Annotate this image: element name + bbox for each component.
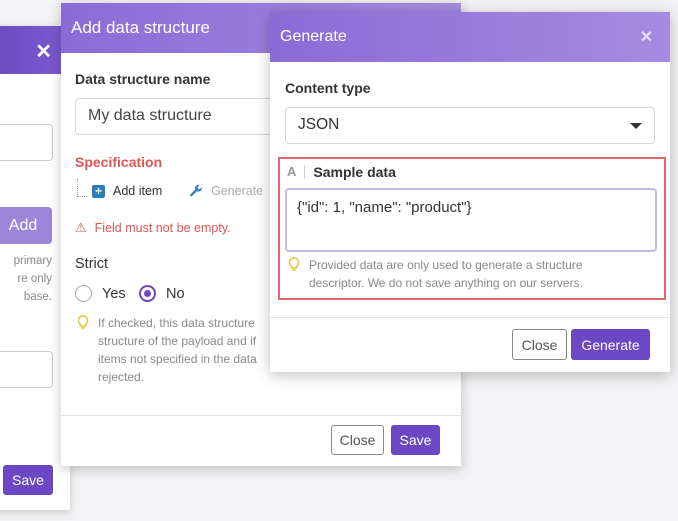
background-input-2[interactable] [0,351,53,388]
content-type-value: JSON [298,116,340,133]
radio-circle-selected [139,285,156,302]
radio-label: Yes [102,285,126,302]
strict-yes-radio[interactable]: Yes [75,285,126,302]
text-type-icon: A [287,165,306,179]
error-text: Field must not be empty. [94,221,231,235]
generate-modal-header: Generate ✕ [270,12,670,62]
save-button[interactable]: Save [391,425,440,455]
generate-button[interactable]: Generate [571,329,650,360]
strict-label: Strict [75,256,109,272]
hint-line: items not specified in the data [98,352,257,366]
add-button[interactable]: Add [0,207,52,244]
sample-hint-text: Provided data are only used to generate … [309,256,583,292]
tree-connector [77,179,87,197]
sample-data-header: A Sample data [287,164,396,180]
content-type-select[interactable]: JSON [285,107,655,144]
strict-hint: If checked, this data structure structur… [77,314,292,386]
background-save-button[interactable]: Save [3,465,53,495]
plus-square-icon: + [92,184,105,198]
add-item-button[interactable]: + Add item [92,184,162,198]
hint-line: rejected. [98,370,145,384]
hint-line: If checked, this data structure [98,316,255,330]
caret-down-icon [630,123,642,129]
add-item-label: Add item [113,184,163,198]
generate-link-label: Generate [211,184,264,198]
specification-label: Specification [75,154,163,170]
structure-name-label: Data structure name [75,71,211,87]
hint-line: structure of the payload and if [98,334,257,348]
background-modal-header: ✕ [0,26,70,74]
radio-circle [75,285,92,302]
strict-no-radio[interactable]: No [139,285,185,302]
lightbulb-icon [77,315,89,329]
lightbulb-icon [288,257,300,271]
close-button[interactable]: Close [512,329,567,360]
error-message: ⚠ Field must not be empty. [75,220,231,236]
sample-data-textarea[interactable]: {"id": 1, "name": "product"} [285,188,657,252]
sample-data-field: A Sample data {"id": 1, "name": "product… [278,157,666,300]
strict-hint-text: If checked, this data structure structur… [98,314,257,386]
wrench-icon [190,184,202,197]
hint-line: Provided data are only used to generate … [309,258,583,272]
sample-data-hint: Provided data are only used to generate … [288,256,638,292]
close-icon[interactable]: ✕ [35,39,52,64]
generate-modal: Generate ✕ Content type JSON A Sample da… [270,12,670,372]
footer-divider [270,317,670,318]
warning-triangle-icon: ⚠ [75,220,87,235]
hint-fragment: base. [23,291,52,303]
background-modal: ✕ Add primary re only base. Save [0,26,70,510]
background-input-1[interactable] [0,124,53,161]
hint-line: descriptor. We do not save anything on o… [309,276,583,290]
content-type-label: Content type [285,80,371,96]
modal-title: Generate [280,28,347,45]
radio-label: No [166,285,185,302]
hint-fragment: re only [17,273,52,285]
footer-divider [61,415,461,416]
background-hint-text: primary re only base. [0,252,52,306]
close-button[interactable]: Close [331,425,384,455]
hint-fragment: primary [13,255,52,267]
generate-structure-button[interactable]: Generate [189,184,263,198]
sample-data-label: Sample data [313,164,396,180]
close-icon[interactable]: ✕ [640,27,653,47]
